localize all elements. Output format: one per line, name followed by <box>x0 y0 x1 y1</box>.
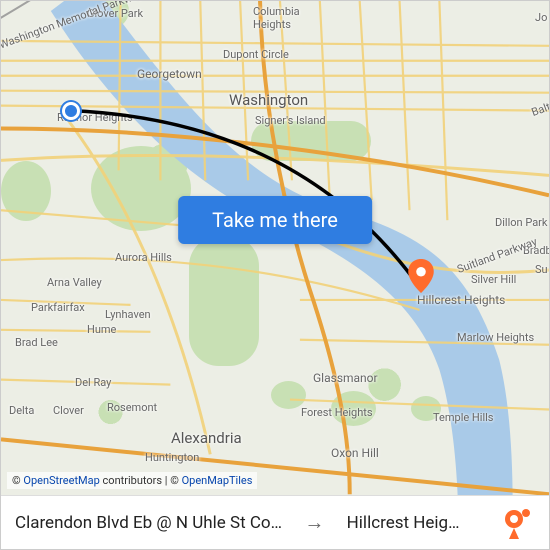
origin-marker <box>62 102 80 120</box>
map-container[interactable]: Glover ParkColumbiaHeightsDupont CircleG… <box>0 0 550 550</box>
route-summary-bar: Clarendon Blvd Eb @ N Uhle St Co… → Hill… <box>1 495 549 549</box>
destination-label: Hillcrest Heig… <box>347 513 477 533</box>
take-me-there-button[interactable]: Take me there <box>178 196 372 244</box>
openmaptiles-link[interactable]: OpenMapTiles <box>182 474 253 487</box>
origin-label: Clarendon Blvd Eb @ N Uhle St Co… <box>15 513 282 533</box>
map-attribution: © OpenStreetMap contributors | © OpenMap… <box>7 472 257 489</box>
osm-link[interactable]: OpenStreetMap <box>23 474 99 487</box>
map-canvas[interactable]: Glover ParkColumbiaHeightsDupont CircleG… <box>1 1 549 549</box>
arrow-icon: → <box>304 510 324 535</box>
moovit-logo[interactable] <box>493 500 539 546</box>
destination-marker <box>408 259 434 293</box>
